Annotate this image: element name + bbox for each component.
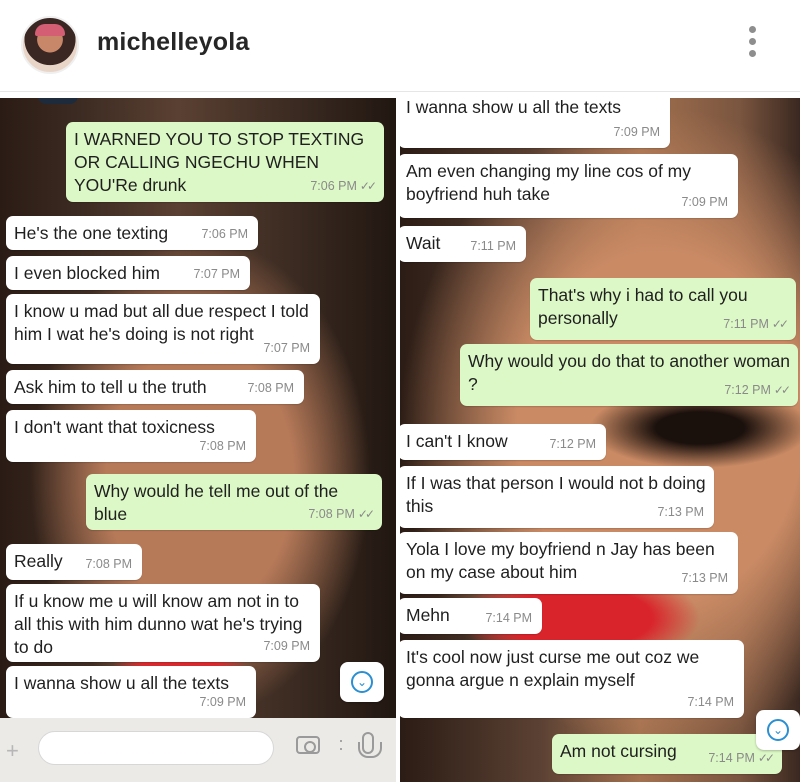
header-remnant [38,98,78,104]
message-time: 7:08 PM [199,439,246,453]
read-ticks-icon: ✓✓ [773,383,791,397]
profile-avatar[interactable] [21,16,79,74]
message-text: I wanna show u all the texts [406,98,621,117]
message-bubble-incoming[interactable]: If I was that person I would not b doing… [400,466,714,528]
message-time: 7:08 PM ✓✓ [308,507,375,521]
message-time: 7:13 PM [681,571,728,585]
message-time: 7:07 PM [193,267,240,281]
message-bubble-incoming[interactable]: I wanna show u all the texts 7:09 PM [400,98,670,148]
message-time: 7:11 PM ✓✓ [723,317,789,331]
message-time: 7:12 PM [549,437,596,451]
message-bubble-incoming[interactable]: Really 7:08 PM [6,544,142,580]
scroll-to-bottom-button[interactable]: ⌄ [340,662,384,702]
instagram-post-header: michelleyola [0,0,800,92]
message-bubble-incoming[interactable]: Wait 7:11 PM [400,226,526,262]
message-bubble-incoming[interactable]: If u know me u will know am not in to al… [6,584,320,662]
message-time: 7:06 PM ✓✓ [310,179,377,193]
message-bubble-incoming[interactable]: I know u mad but all due respect I told … [6,294,320,364]
message-time: 7:08 PM [85,557,132,571]
message-bubble-incoming[interactable]: Am even changing my line cos of my boyfr… [400,154,738,218]
message-bubble-outgoing[interactable]: Why would you do that to another woman ?… [460,344,798,406]
message-bubble-incoming[interactable]: Mehn 7:14 PM [400,598,542,634]
message-bubble-incoming[interactable]: It's cool now just curse me out coz we g… [400,640,744,718]
message-bubble-incoming[interactable]: I even blocked him 7:07 PM [6,256,250,290]
scroll-to-bottom-button[interactable]: ⌄ [756,710,800,750]
more-options-icon[interactable] [745,26,759,64]
message-bubble-outgoing[interactable]: Why would he tell me out of the blue 7:0… [86,474,382,530]
message-input[interactable] [38,731,274,765]
read-ticks-icon: ✓✓ [757,751,775,765]
message-time: 7:11 PM [470,239,516,253]
message-bubble-outgoing[interactable]: That's why i had to call you personally … [530,278,796,340]
message-bubble-incoming[interactable]: I can't I know 7:12 PM [400,424,606,460]
username-link[interactable]: michelleyola [97,28,249,57]
message-input-bar: + · · [0,718,396,782]
message-time: 7:14 PM [687,695,734,709]
camera-icon[interactable] [296,736,320,754]
message-bubble-incoming[interactable]: Ask him to tell u the truth 7:08 PM [6,370,304,404]
chevron-down-icon: ⌄ [351,671,373,693]
read-ticks-icon: ✓✓ [771,317,789,331]
avatar-hat [35,24,65,36]
message-time: 7:08 PM [247,381,294,395]
chat-screenshot-left: I WARNED YOU TO STOP TEXTING OR CALLING … [0,98,396,782]
message-bubble-incoming[interactable]: Yola I love my boyfriend n Jay has been … [400,532,738,594]
message-time: 7:13 PM [657,505,704,519]
message-time: 7:14 PM ✓✓ [708,751,775,765]
message-time: 7:14 PM [485,611,532,625]
message-time: 7:09 PM [199,695,246,709]
message-bubble-outgoing[interactable]: I WARNED YOU TO STOP TEXTING OR CALLING … [66,122,384,202]
message-text: It's cool now just curse me out coz we g… [406,647,700,690]
read-ticks-icon: ✓✓ [359,179,377,193]
message-time: 7:09 PM [613,125,660,139]
message-time: 7:09 PM [263,639,310,653]
message-bubble-incoming[interactable]: I don't want that toxicness 7:08 PM [6,410,256,462]
chevron-down-icon: ⌄ [767,719,789,741]
microphone-icon[interactable] [358,732,382,758]
message-bubble-incoming[interactable]: He's the one texting 7:06 PM [6,216,258,250]
message-bubble-incoming[interactable]: I wanna show u all the texts 7:09 PM [6,666,256,718]
message-time: 7:07 PM [263,341,310,355]
message-bubble-outgoing[interactable]: Am not cursing 7:14 PM ✓✓ [552,734,782,774]
message-time: 7:06 PM [201,227,248,241]
message-time: 7:09 PM [681,195,728,209]
attach-icon[interactable]: + [6,738,19,764]
message-time: 7:12 PM ✓✓ [724,383,791,397]
more-dots-icon[interactable]: · · [338,731,344,757]
read-ticks-icon: ✓✓ [357,507,375,521]
chat-screenshot-right: I wanna show u all the texts 7:09 PM Am … [400,98,800,782]
